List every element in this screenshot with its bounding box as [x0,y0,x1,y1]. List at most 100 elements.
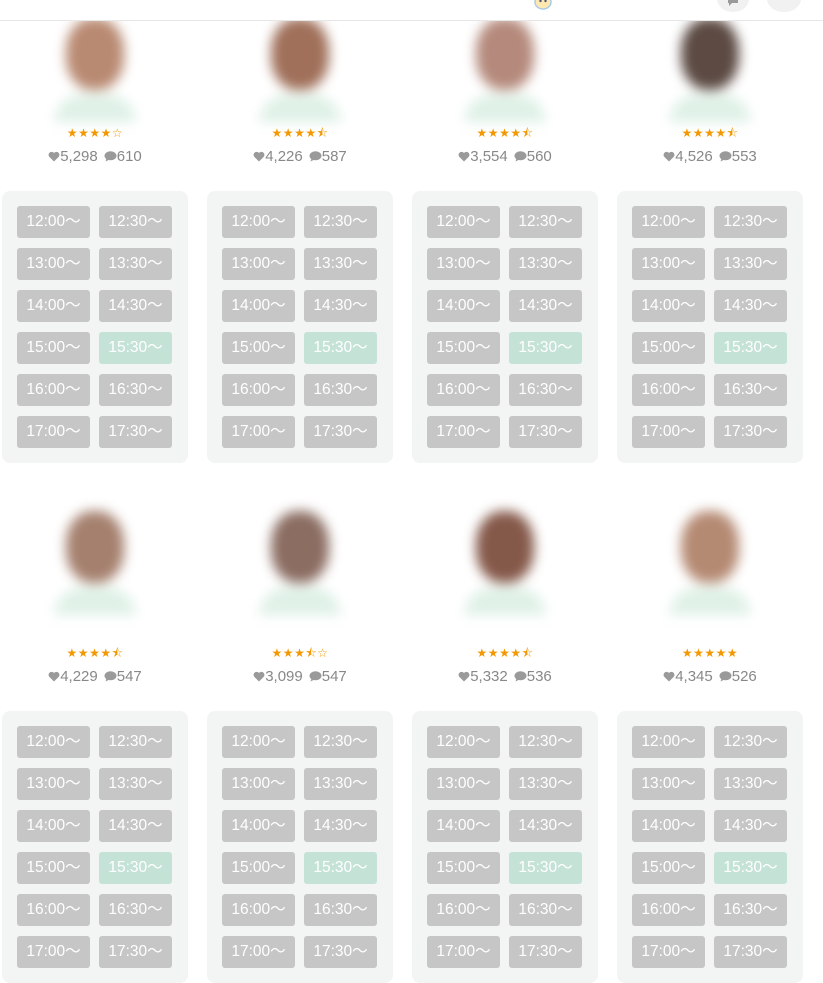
teacher-photo[interactable] [237,503,363,615]
time-slot-unavailable[interactable]: 16:00〜 [427,374,500,406]
time-slot-unavailable[interactable]: 12:30〜 [714,726,787,758]
time-slot-unavailable[interactable]: 16:00〜 [222,374,295,406]
time-slot-unavailable[interactable]: 12:00〜 [222,206,295,238]
time-slot-unavailable[interactable]: 16:00〜 [222,894,295,926]
time-slot-unavailable[interactable]: 13:00〜 [222,768,295,800]
time-slot-unavailable[interactable]: 15:00〜 [17,852,90,884]
time-slot-unavailable[interactable]: 12:30〜 [99,726,172,758]
time-slot-unavailable[interactable]: 14:30〜 [714,290,787,322]
time-slot-unavailable[interactable]: 12:30〜 [509,726,582,758]
time-slot-unavailable[interactable]: 12:30〜 [714,206,787,238]
time-slot-unavailable[interactable]: 12:30〜 [304,726,377,758]
teacher-photo[interactable] [237,10,363,122]
time-slot-unavailable[interactable]: 14:30〜 [304,810,377,842]
time-slot-unavailable[interactable]: 12:00〜 [632,726,705,758]
chat-icon[interactable] [717,0,749,12]
time-slot-unavailable[interactable]: 14:00〜 [427,290,500,322]
time-slot-unavailable[interactable]: 17:00〜 [222,936,295,968]
time-slot-unavailable[interactable]: 12:00〜 [427,206,500,238]
time-slot-unavailable[interactable]: 12:30〜 [304,206,377,238]
time-slot-unavailable[interactable]: 16:00〜 [632,894,705,926]
time-slot-unavailable[interactable]: 13:30〜 [99,248,172,280]
time-slot-available[interactable]: 15:30〜 [304,852,377,884]
time-slot-unavailable[interactable]: 13:00〜 [427,768,500,800]
time-slot-unavailable[interactable]: 14:30〜 [99,290,172,322]
time-slot-unavailable[interactable]: 17:30〜 [304,936,377,968]
time-slot-available[interactable]: 15:30〜 [509,332,582,364]
teacher-photo[interactable] [32,503,158,615]
time-slot-unavailable[interactable]: 16:30〜 [509,894,582,926]
time-slot-unavailable[interactable]: 13:30〜 [304,248,377,280]
teacher-photo[interactable] [32,10,158,122]
time-slot-available[interactable]: 15:30〜 [714,852,787,884]
time-slot-unavailable[interactable]: 16:00〜 [632,374,705,406]
time-slot-unavailable[interactable]: 16:30〜 [714,894,787,926]
time-slot-unavailable[interactable]: 12:00〜 [17,726,90,758]
time-slot-unavailable[interactable]: 12:00〜 [222,726,295,758]
time-slot-unavailable[interactable]: 17:30〜 [714,416,787,448]
time-slot-available[interactable]: 15:30〜 [714,332,787,364]
time-slot-unavailable[interactable]: 14:00〜 [222,810,295,842]
time-slot-unavailable[interactable]: 15:00〜 [17,332,90,364]
teacher-photo[interactable] [442,503,568,615]
time-slot-unavailable[interactable]: 16:30〜 [99,894,172,926]
time-slot-unavailable[interactable]: 16:30〜 [304,894,377,926]
time-slot-unavailable[interactable]: 14:30〜 [509,290,582,322]
time-slot-unavailable[interactable]: 17:30〜 [304,416,377,448]
time-slot-unavailable[interactable]: 13:00〜 [222,248,295,280]
time-slot-unavailable[interactable]: 17:30〜 [509,936,582,968]
user-icon[interactable] [767,0,801,12]
time-slot-unavailable[interactable]: 12:30〜 [99,206,172,238]
time-slot-unavailable[interactable]: 17:30〜 [99,416,172,448]
time-slot-available[interactable]: 15:30〜 [304,332,377,364]
time-slot-unavailable[interactable]: 15:00〜 [632,332,705,364]
time-slot-unavailable[interactable]: 12:00〜 [17,206,90,238]
time-slot-unavailable[interactable]: 17:00〜 [632,416,705,448]
time-slot-unavailable[interactable]: 13:30〜 [714,768,787,800]
time-slot-unavailable[interactable]: 16:30〜 [509,374,582,406]
time-slot-unavailable[interactable]: 14:00〜 [17,290,90,322]
teacher-photo[interactable] [647,503,773,615]
time-slot-unavailable[interactable]: 14:00〜 [17,810,90,842]
time-slot-unavailable[interactable]: 17:00〜 [17,416,90,448]
time-slot-unavailable[interactable]: 16:30〜 [304,374,377,406]
time-slot-unavailable[interactable]: 17:30〜 [509,416,582,448]
time-slot-unavailable[interactable]: 13:30〜 [509,248,582,280]
time-slot-unavailable[interactable]: 12:30〜 [509,206,582,238]
time-slot-unavailable[interactable]: 13:30〜 [99,768,172,800]
time-slot-unavailable[interactable]: 17:30〜 [714,936,787,968]
teacher-photo[interactable] [647,10,773,122]
time-slot-unavailable[interactable]: 15:00〜 [632,852,705,884]
time-slot-unavailable[interactable]: 12:00〜 [427,726,500,758]
time-slot-unavailable[interactable]: 13:30〜 [509,768,582,800]
time-slot-unavailable[interactable]: 14:00〜 [222,290,295,322]
time-slot-available[interactable]: 15:30〜 [99,852,172,884]
time-slot-unavailable[interactable]: 13:00〜 [427,248,500,280]
time-slot-unavailable[interactable]: 13:30〜 [714,248,787,280]
time-slot-unavailable[interactable]: 13:30〜 [304,768,377,800]
time-slot-unavailable[interactable]: 14:30〜 [509,810,582,842]
time-slot-unavailable[interactable]: 15:00〜 [427,852,500,884]
time-slot-unavailable[interactable]: 16:00〜 [427,894,500,926]
time-slot-unavailable[interactable]: 17:00〜 [427,416,500,448]
time-slot-unavailable[interactable]: 15:00〜 [222,332,295,364]
time-slot-unavailable[interactable]: 16:00〜 [17,894,90,926]
time-slot-unavailable[interactable]: 13:00〜 [632,248,705,280]
teacher-photo[interactable] [442,10,568,122]
time-slot-unavailable[interactable]: 13:00〜 [632,768,705,800]
time-slot-unavailable[interactable]: 14:00〜 [427,810,500,842]
time-slot-unavailable[interactable]: 17:00〜 [427,936,500,968]
time-slot-unavailable[interactable]: 15:00〜 [427,332,500,364]
time-slot-unavailable[interactable]: 17:00〜 [17,936,90,968]
time-slot-unavailable[interactable]: 14:00〜 [632,810,705,842]
time-slot-unavailable[interactable]: 13:00〜 [17,248,90,280]
time-slot-unavailable[interactable]: 16:30〜 [714,374,787,406]
time-slot-unavailable[interactable]: 14:00〜 [632,290,705,322]
time-slot-available[interactable]: 15:30〜 [509,852,582,884]
time-slot-unavailable[interactable]: 16:00〜 [17,374,90,406]
time-slot-unavailable[interactable]: 13:00〜 [17,768,90,800]
time-slot-unavailable[interactable]: 16:30〜 [99,374,172,406]
time-slot-unavailable[interactable]: 14:30〜 [304,290,377,322]
time-slot-unavailable[interactable]: 17:30〜 [99,936,172,968]
time-slot-available[interactable]: 15:30〜 [99,332,172,364]
